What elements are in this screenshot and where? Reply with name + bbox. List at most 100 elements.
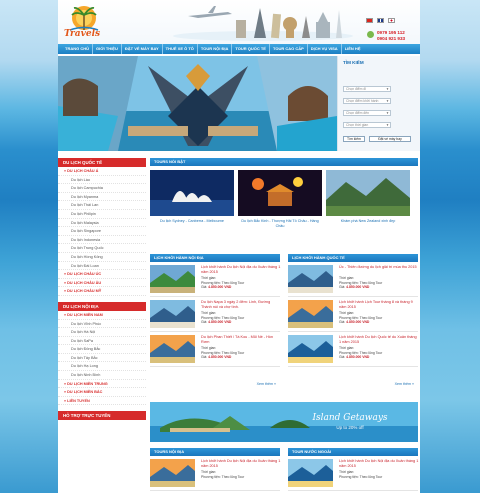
sidebar-category[interactable]: DU LỊCH MIỀN TRUNG <box>58 380 146 389</box>
tour-thumbnail[interactable] <box>288 335 333 363</box>
nav-about[interactable]: GIỚI THIỆU <box>93 44 122 54</box>
nav-visa[interactable]: DỊCH VỤ VISA <box>308 44 342 54</box>
hot-tour-card[interactable]: Du lịch Bắc Kinh - Thượng Hải Tô Châu - … <box>238 170 322 228</box>
tour-thumbnail[interactable] <box>288 459 333 487</box>
sidebar-item[interactable]: Du lịch Hạ Long <box>58 362 146 372</box>
hot-tour-image[interactable] <box>326 170 410 216</box>
select-time[interactable]: Chọn thời gian ▼ <box>343 122 391 128</box>
header: Travels 0979 195 112 0904 921 933 <box>58 0 420 44</box>
sidebar-item[interactable]: Du lịch Đài Loan <box>58 262 146 271</box>
select-depart[interactable]: Chọn điểm khởi hành ▼ <box>343 98 391 104</box>
hot-tour-image[interactable] <box>150 170 234 216</box>
ad-title: Island Getaways <box>311 413 387 423</box>
more-link[interactable]: Xem thêm » <box>257 382 276 386</box>
foreign-tours: TOUR NƯỚC NGOÀI Lịch khởi hành Du lịch N… <box>288 448 418 491</box>
foreign-tours-title: TOUR NƯỚC NGOÀI <box>288 448 418 456</box>
tour-price-row: Giá: 4.850.000 VND <box>339 355 370 359</box>
hero-banner[interactable] <box>58 56 337 151</box>
tour-item[interactable]: Lịch khởi hành Lịch Tour tháng 8 và thán… <box>288 297 418 332</box>
domestic-schedule-list: Lịch khởi hành Du lịch Nội địa du Xuân t… <box>150 262 280 367</box>
sidebar-title-support: HỖ TRỢ TRỰC TUYẾN <box>58 411 146 421</box>
domestic-tours-title: TOURS NỘI ĐỊA <box>150 448 280 456</box>
domestic-tours: TOURS NỘI ĐỊA Lịch khởi hành Du lịch Nội… <box>150 448 280 491</box>
hot-tour-card[interactable]: Du lịch Sydney - Canberra - Melbourne <box>150 170 234 223</box>
sidebar-category[interactable]: DU LỊCH CHÂU ÚC <box>58 270 146 279</box>
tour-item[interactable]: Du lịch Napa 3 ngày 2 đêm: Linh, Đường T… <box>150 297 280 332</box>
tour-title[interactable]: Lịch khởi hành Du lịch Quốc tế du Xuân t… <box>339 335 419 344</box>
tour-title[interactable]: Lịch khởi hành Du lịch Nội địa du Xuân t… <box>201 265 281 274</box>
sidebar-item[interactable]: Du lịch Ninh Bình <box>58 371 146 380</box>
sidebar-item[interactable]: Du lịch Lào <box>58 176 146 185</box>
sidebar-category[interactable]: DU LỊCH MIỀN BẮC <box>58 388 146 397</box>
book-flight-button[interactable]: Đặt vé máy bay <box>369 136 411 142</box>
tour-thumbnail[interactable] <box>150 265 195 293</box>
sidebar-item[interactable]: Du lịch Tây Bắc <box>58 354 146 363</box>
sidebar-item[interactable]: Du lịch Indonesia <box>58 236 146 245</box>
hot-tour-caption[interactable]: Du lịch Sydney - Canberra - Melbourne <box>150 219 234 224</box>
phone-icon <box>367 31 374 38</box>
tour-title[interactable]: Lịch khởi hành Lịch Tour tháng 8 và thán… <box>339 300 419 309</box>
sidebar-category[interactable]: DU LỊCH CHÂU ÂU <box>58 279 146 288</box>
sidebar-item[interactable]: Du lịch Vĩnh Phúc <box>58 320 146 329</box>
tour-item[interactable]: Lịch khởi hành Du lịch Nội địa du Xuân t… <box>150 262 280 297</box>
select-from[interactable]: Chọn điểm đi ▼ <box>343 86 391 92</box>
tour-item[interactable]: Lịch khởi hành Du lịch Nội địa du Xuân t… <box>150 456 280 491</box>
tour-title[interactable]: Lịch khởi hành Du lịch Nội địa du Xuân t… <box>339 459 419 468</box>
tour-title[interactable]: Lịch khởi hành Du lịch Nội địa du Xuân t… <box>201 459 281 468</box>
sidebar-item[interactable]: Du lịch Campuchia <box>58 184 146 193</box>
sidebar-title-international: DU LỊCH QUỐC TẾ <box>58 158 146 167</box>
tour-item[interactable]: Du lịch Phan Thiết / Tà Kou - Mũi Né - H… <box>150 332 280 367</box>
domestic-tours-list: Lịch khởi hành Du lịch Nội địa du Xuân t… <box>150 456 280 491</box>
tour-thumbnail[interactable] <box>150 300 195 328</box>
sidebar-list-international: DU LỊCH CHÂU ÁDu lịch LàoDu lịch Campuch… <box>58 167 146 296</box>
landmarks-illustration <box>173 6 353 41</box>
sidebar-item[interactable]: Du lịch Đông Bắc <box>58 345 146 354</box>
sidebar-item[interactable]: Du lịch Myanma <box>58 193 146 202</box>
tour-item[interactable]: Lịch khởi hành Du lịch Nội địa du Xuân t… <box>288 456 418 491</box>
sidebar-item[interactable]: Du lịch Philipin <box>58 210 146 219</box>
tour-item[interactable]: Lịch khởi hành Du lịch Quốc tế du Xuân t… <box>288 332 418 367</box>
sidebar-item[interactable]: Du lịch Malaysia <box>58 219 146 228</box>
select-to[interactable]: Chọn điểm đến ▼ <box>343 110 391 116</box>
sidebar-item[interactable]: Du lịch Trung Quốc <box>58 244 146 253</box>
sidebar-category[interactable]: DU LỊCH MIỀN NAM <box>58 311 146 320</box>
hotline-2: 0904 921 933 <box>377 35 406 41</box>
flag-uk-icon[interactable] <box>377 18 384 23</box>
sidebar-item[interactable]: Du lịch Singapore <box>58 227 146 236</box>
sidebar-category[interactable]: DU LỊCH CHÂU MỸ <box>58 287 146 296</box>
nav-contact[interactable]: LIÊN HỆ <box>342 44 364 54</box>
tour-thumbnail[interactable] <box>150 335 195 363</box>
sidebar-item[interactable]: Du lịch Thái Lan <box>58 201 146 210</box>
nav-domestic[interactable]: TOUR NỘI ĐỊA <box>198 44 233 54</box>
tour-thumbnail[interactable] <box>288 300 333 328</box>
sidebar-category[interactable]: DU LỊCH CHÂU Á <box>58 167 146 176</box>
nav-home[interactable]: TRANG CHỦ <box>62 44 93 54</box>
tour-title[interactable]: Úc - Thiên đường du lịch giải trí mùa th… <box>339 265 419 270</box>
nav-premium[interactable]: TOUR CAO CẤP <box>270 44 308 54</box>
more-link[interactable]: Xem thêm » <box>395 382 414 386</box>
island-getaways-banner[interactable]: Island Getaways Up to 20% off <box>150 402 418 442</box>
search-button[interactable]: Tìm kiếm <box>343 136 365 142</box>
hot-tour-caption[interactable]: Khám phá New Zealand xinh đẹp <box>326 219 410 224</box>
hot-tour-caption[interactable]: Du lịch Bắc Kinh - Thượng Hải Tô Châu - … <box>238 219 322 228</box>
hotline-1: 0979 195 112 <box>377 30 405 35</box>
sidebar-item[interactable]: Du lịch Hà Nội <box>58 328 146 337</box>
tour-title[interactable]: Du lịch Napa 3 ngày 2 đêm: Linh, Đường T… <box>201 300 281 309</box>
tour-thumbnail[interactable] <box>150 459 195 487</box>
hot-tour-image[interactable] <box>238 170 322 216</box>
sidebar-item[interactable]: Du lịch SaPa <box>58 337 146 346</box>
nav-international[interactable]: TOUR QUỐC TẾ <box>232 44 270 54</box>
sidebar-item[interactable]: Du lịch Hồng Kông <box>58 253 146 262</box>
flag-vn-icon[interactable] <box>366 18 373 23</box>
nav-flight[interactable]: ĐẶT VÉ MÁY BAY <box>122 44 163 54</box>
select-from-label: Chọn điểm đi <box>346 87 366 91</box>
tour-price-row: Giá: 4.850.000 VND <box>339 285 370 289</box>
nav-car[interactable]: THUÊ XE Ô TÔ <box>163 44 198 54</box>
tour-item[interactable]: Úc - Thiên đường du lịch giải trí mùa th… <box>288 262 418 297</box>
flag-jp-icon[interactable] <box>388 18 395 23</box>
tour-title[interactable]: Du lịch Phan Thiết / Tà Kou - Mũi Né - H… <box>201 335 281 344</box>
sidebar-category[interactable]: LIÊN TUYẾN <box>58 397 146 406</box>
tour-thumbnail[interactable] <box>288 265 333 293</box>
hot-tour-card[interactable]: Khám phá New Zealand xinh đẹp <box>326 170 410 223</box>
tour-price-row: Giá: 4.850.000 VND <box>201 320 232 324</box>
